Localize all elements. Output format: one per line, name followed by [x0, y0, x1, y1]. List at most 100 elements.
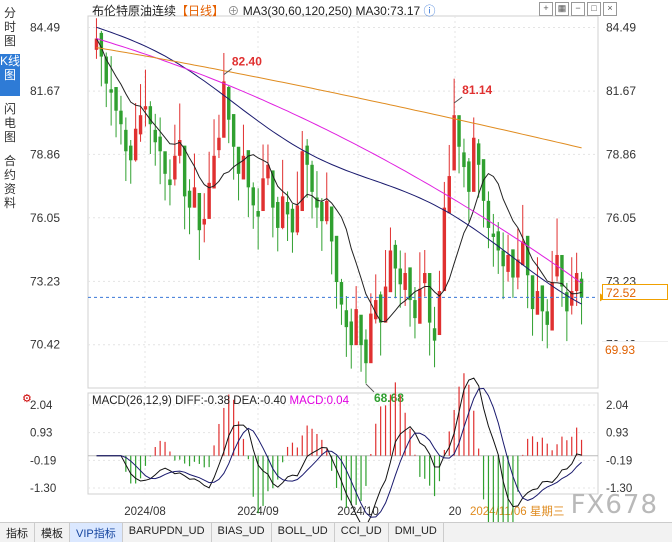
tab-vip-indicators[interactable]: VIP指标	[70, 523, 123, 542]
macd-title: MACD(26,12,9)	[92, 395, 172, 407]
tab-timeshare[interactable]: 分时图	[0, 6, 20, 48]
tab-flash[interactable]: 闪电图	[0, 102, 20, 144]
candle-body	[545, 311, 549, 325]
candle-body	[212, 155, 216, 189]
candle-body	[325, 200, 329, 222]
candle-body	[383, 286, 388, 323]
tab-kline[interactable]: K线图	[0, 54, 20, 96]
price-tick-left: 78.86	[30, 147, 60, 161]
candle-body	[359, 314, 363, 346]
minus-icon[interactable]: −	[571, 2, 585, 16]
macd-tick-left: -0.19	[30, 455, 56, 467]
candles	[94, 18, 584, 384]
close-icon[interactable]: ×	[603, 2, 617, 16]
cursor-date-label: 2024/11/06 星期三	[470, 505, 564, 518]
tab-boll[interactable]: BOLL_UD	[272, 523, 335, 542]
price-panel-frame	[87, 15, 599, 389]
time-label: 20	[449, 506, 462, 518]
candle-body	[501, 250, 505, 267]
candle-body	[432, 328, 437, 341]
ma-label: MA3(30,60,120,250)	[242, 4, 353, 18]
square-icon[interactable]: □	[587, 2, 601, 16]
candle-body	[119, 110, 123, 125]
candle-body	[344, 310, 349, 328]
candle-body	[143, 106, 148, 110]
candle-body	[398, 268, 402, 285]
tab-cci[interactable]: CCI_UD	[335, 523, 389, 542]
price-tick-left: 76.05	[30, 211, 60, 225]
candle-body	[187, 190, 192, 208]
indicator-tabs: 指标 模板 VIP指标 BARUPDN_UD BIAS_UD BOLL_UD C…	[0, 522, 672, 542]
candle-body	[511, 249, 515, 278]
info-icon[interactable]: ⓘ	[424, 4, 436, 18]
ma120-line	[96, 38, 582, 284]
candle-body	[236, 146, 241, 174]
candle-body	[349, 321, 353, 346]
price-tick-left: 70.42	[30, 338, 60, 352]
tab-dmi[interactable]: DMI_UD	[389, 523, 444, 542]
price-tick-left: 73.23	[30, 274, 60, 288]
tab-indicators[interactable]: 指标	[0, 523, 35, 542]
macd-tick-right: 0.93	[606, 428, 628, 440]
candle-body	[476, 143, 481, 165]
candle-body	[158, 136, 162, 152]
ma30-value: MA30:73.17	[355, 4, 421, 18]
candle-body	[535, 291, 540, 315]
macd-diff: DIFF:-0.38	[175, 395, 231, 407]
candle-body	[574, 273, 579, 292]
price-tick-left: 84.49	[30, 20, 60, 34]
candle-body	[202, 218, 206, 225]
candle-body	[251, 187, 255, 206]
candle-body	[168, 179, 172, 186]
price-tick-right: 78.86	[606, 147, 636, 161]
candle-body	[462, 152, 466, 168]
macd-tick-left: 2.04	[30, 400, 53, 412]
macd-tick-right: 2.04	[606, 400, 629, 412]
candle-body	[467, 161, 471, 192]
settings-icon[interactable]: ⊕	[227, 4, 239, 18]
candle-body	[280, 196, 285, 228]
candle-body	[369, 313, 373, 364]
macd-settings-icon: ⚙	[22, 393, 32, 405]
candle-body	[423, 273, 427, 284]
macd-header: MACD(26,12,9) DIFF:-0.38 DEA:-0.40 MACD:…	[92, 395, 349, 407]
candle-body	[329, 206, 334, 242]
candle-body	[295, 205, 300, 233]
candle-body	[442, 207, 447, 292]
candle-body	[354, 309, 358, 346]
candle-body	[452, 115, 456, 171]
tab-barupdn[interactable]: BARUPDN_UD	[123, 523, 212, 542]
candle-body	[530, 275, 535, 310]
candle-body	[486, 200, 491, 228]
macd-tick-right: -0.19	[606, 455, 632, 467]
candle-body	[182, 145, 187, 197]
grid-icon[interactable]: ▦	[555, 2, 569, 16]
tab-contract-info[interactable]: 合约资料	[0, 154, 20, 212]
instrument-title: 布伦特原油连续	[92, 4, 177, 18]
candle-body	[231, 114, 236, 147]
candle-body	[124, 129, 128, 152]
time-label: 2024/08	[124, 506, 166, 518]
candle-body	[388, 250, 393, 293]
candle-body	[320, 202, 324, 222]
candle-body	[227, 87, 231, 120]
candle-body	[560, 254, 564, 287]
candle-body	[506, 254, 510, 272]
add-icon[interactable]: +	[539, 2, 553, 16]
price-tick-left: 81.67	[30, 84, 60, 98]
candle-body	[364, 339, 368, 364]
candle-body	[285, 202, 290, 215]
macd-tick-left: 0.93	[30, 428, 52, 440]
tab-bias[interactable]: BIAS_UD	[212, 523, 272, 542]
period-tag[interactable]: 【日线】	[176, 4, 224, 18]
candle-body	[138, 115, 143, 135]
candle-body	[540, 285, 545, 312]
candle-body	[276, 202, 280, 228]
tab-templates[interactable]: 模板	[35, 523, 70, 542]
candle-body	[550, 282, 554, 331]
kline-chart[interactable]: 84.49 84.49 81.67 81.67 78.86 78.86 76.05 76.05…	[0, 0, 672, 522]
candle-body	[256, 211, 260, 217]
price-tick-right: 76.05	[606, 211, 636, 225]
candle-body	[579, 278, 584, 298]
price-tick-right: 84.49	[606, 20, 636, 34]
